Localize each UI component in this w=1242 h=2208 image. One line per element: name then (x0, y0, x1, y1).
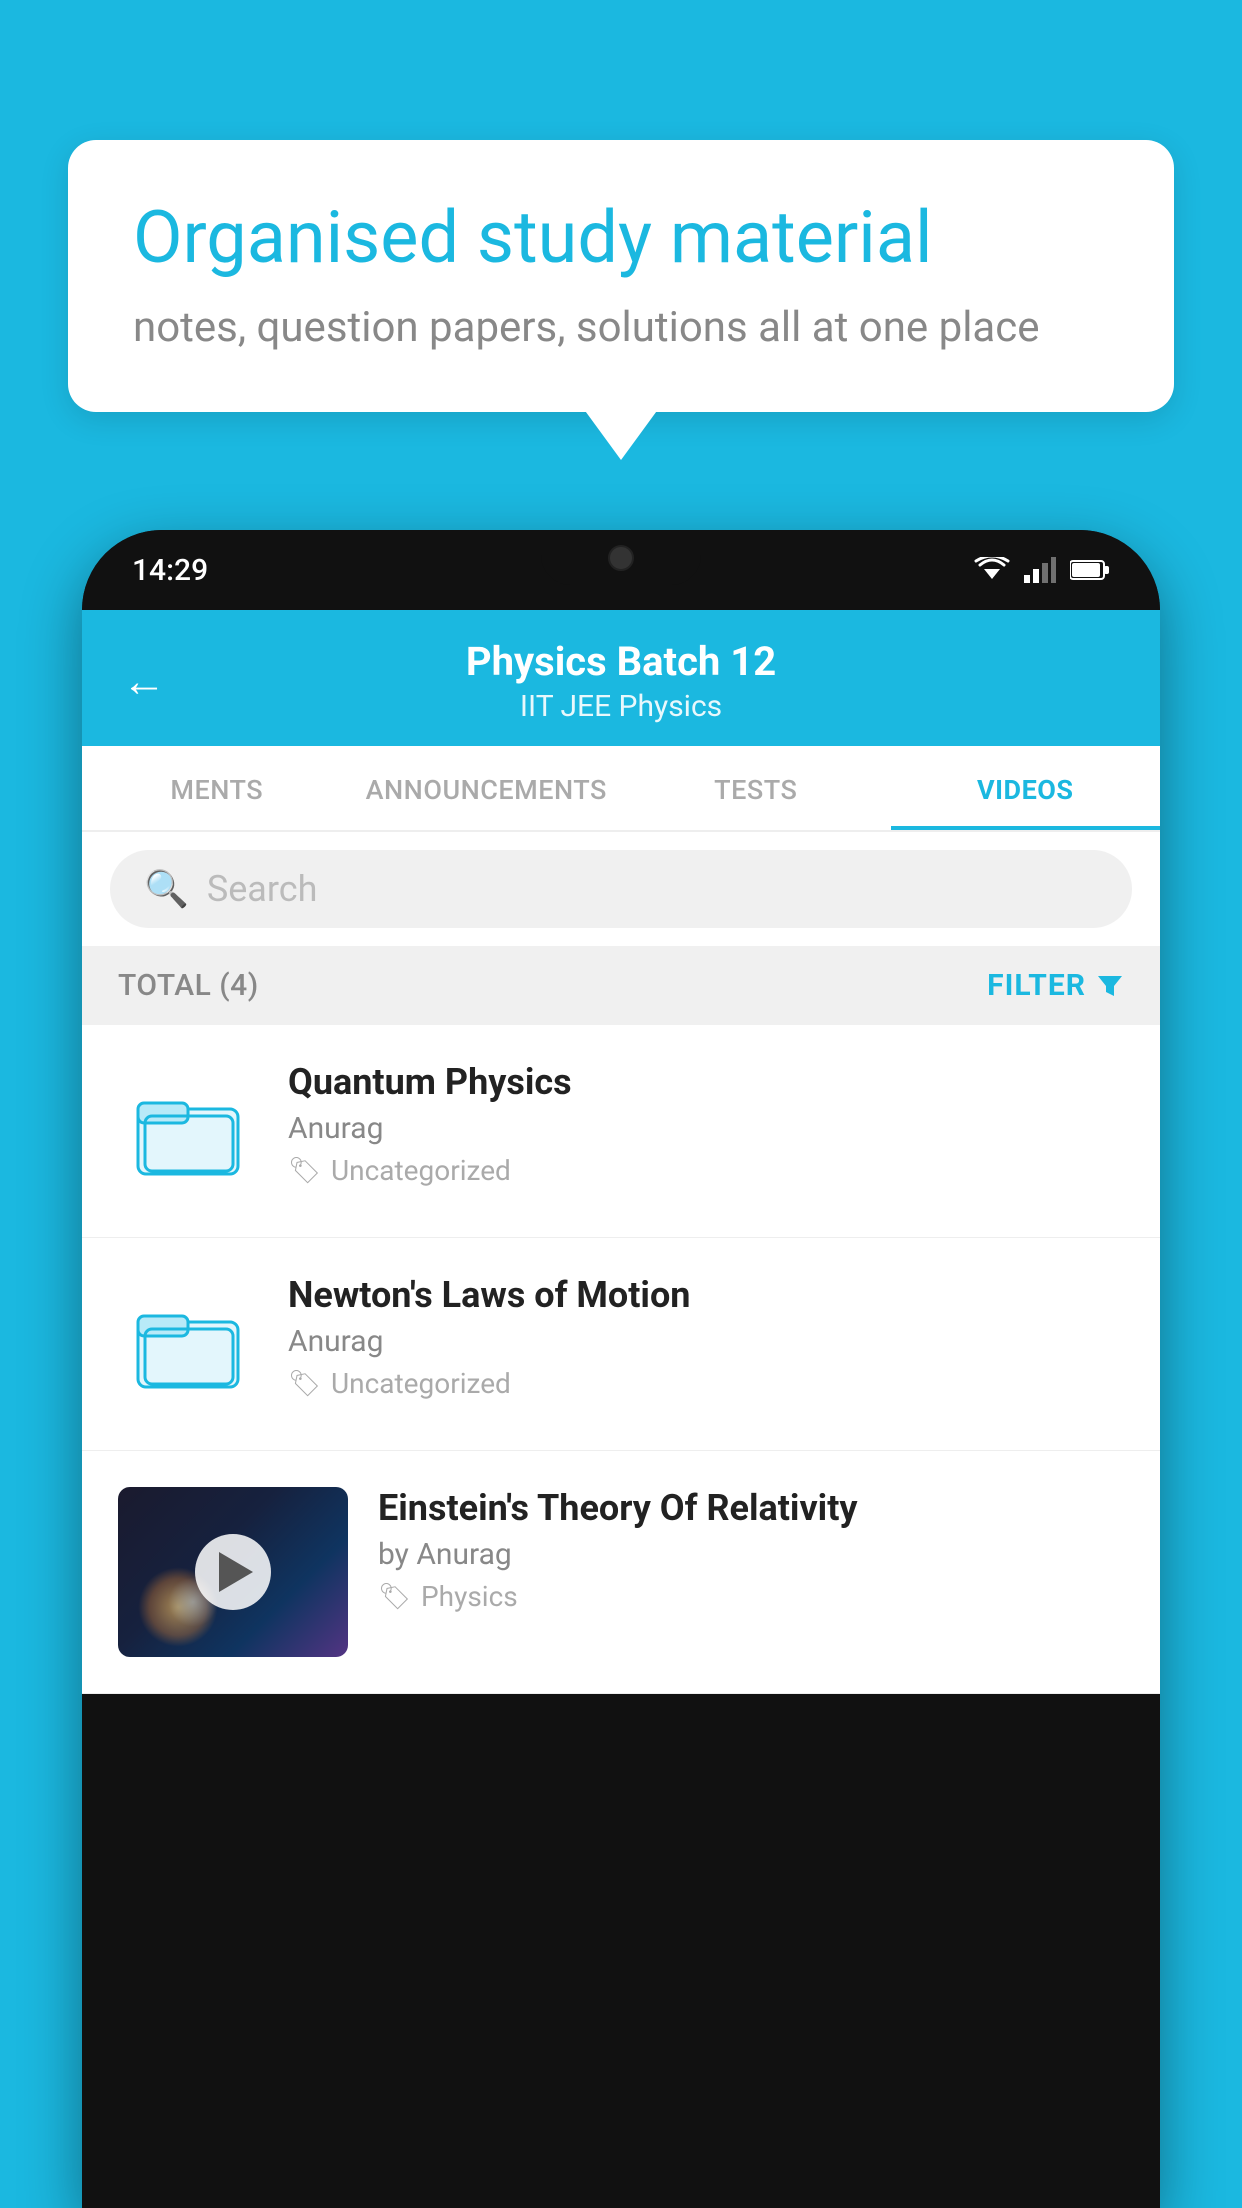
filter-bar: TOTAL (4) FILTER (82, 946, 1160, 1025)
status-time: 14:29 (132, 553, 208, 588)
video-author: Anurag (288, 1111, 1124, 1146)
search-placeholder: Search (207, 868, 318, 910)
play-triangle-icon (219, 1552, 253, 1592)
wifi-icon (974, 557, 1010, 583)
list-item[interactable]: Newton's Laws of Motion Anurag 🏷 Uncateg… (82, 1238, 1160, 1451)
video-list: Quantum Physics Anurag 🏷 Uncategorized (82, 1025, 1160, 1694)
signal-icon (1024, 557, 1056, 583)
tab-tests[interactable]: TESTS (621, 746, 891, 830)
phone-screen: ← Physics Batch 12 IIT JEE Physics MENTS… (82, 610, 1160, 1694)
tag-label-2: Uncategorized (331, 1367, 511, 1400)
video-author-2: Anurag (288, 1324, 1124, 1359)
list-item[interactable]: Quantum Physics Anurag 🏷 Uncategorized (82, 1025, 1160, 1238)
phone-notch (541, 530, 701, 585)
video-author-3: by Anurag (378, 1537, 1124, 1572)
status-icons (974, 557, 1110, 583)
search-bar[interactable]: 🔍 Search (110, 850, 1132, 928)
tag-icon-2: 🏷 (288, 1369, 321, 1399)
status-bar: 14:29 (82, 530, 1160, 610)
list-item-thumb[interactable]: Einstein's Theory Of Relativity by Anura… (82, 1451, 1160, 1694)
back-button[interactable]: ← (122, 655, 166, 707)
tabs-bar: MENTS ANNOUNCEMENTS TESTS VIDEOS (82, 746, 1160, 832)
search-icon: 🔍 (144, 868, 189, 910)
video-thumbnail (118, 1487, 348, 1657)
tag-label-3: Physics (421, 1580, 518, 1613)
tab-announcements[interactable]: ANNOUNCEMENTS (352, 746, 622, 830)
speech-bubble: Organised study material notes, question… (68, 140, 1174, 412)
play-button[interactable] (195, 1534, 271, 1610)
phone-mockup: 14:29 (82, 530, 1160, 2208)
total-count: TOTAL (4) (118, 968, 259, 1003)
filter-label: FILTER (987, 968, 1086, 1003)
bubble-subtitle: notes, question papers, solutions all at… (133, 303, 1109, 352)
tag-icon-3: 🏷 (378, 1582, 411, 1612)
video-tag-3: 🏷 Physics (378, 1580, 1124, 1613)
header-title: Physics Batch 12 (196, 638, 1046, 685)
app-header: ← Physics Batch 12 IIT JEE Physics (82, 610, 1160, 746)
video-tag: 🏷 Uncategorized (288, 1154, 1124, 1187)
tab-videos[interactable]: VIDEOS (891, 746, 1161, 830)
search-bar-container: 🔍 Search (82, 832, 1160, 946)
folder-icon-2 (133, 1294, 243, 1394)
tag-icon: 🏷 (288, 1156, 321, 1186)
video-info-2: Newton's Laws of Motion Anurag 🏷 Uncateg… (288, 1274, 1124, 1400)
tag-label: Uncategorized (331, 1154, 511, 1187)
bubble-title: Organised study material (133, 195, 1109, 281)
video-title-2: Newton's Laws of Motion (288, 1274, 1124, 1316)
filter-funnel-icon (1096, 972, 1124, 1000)
battery-icon (1070, 559, 1110, 581)
video-info: Quantum Physics Anurag 🏷 Uncategorized (288, 1061, 1124, 1187)
video-title: Quantum Physics (288, 1061, 1124, 1103)
speech-bubble-card: Organised study material notes, question… (68, 140, 1174, 412)
folder-icon-wrap (118, 1061, 258, 1201)
video-title-3: Einstein's Theory Of Relativity (378, 1487, 1124, 1529)
folder-icon (133, 1081, 243, 1181)
filter-button[interactable]: FILTER (987, 968, 1124, 1003)
folder-icon-wrap-2 (118, 1274, 258, 1414)
video-tag-2: 🏷 Uncategorized (288, 1367, 1124, 1400)
video-info-3: Einstein's Theory Of Relativity by Anura… (378, 1487, 1124, 1613)
tab-ments[interactable]: MENTS (82, 746, 352, 830)
header-subtitle: IIT JEE Physics (196, 689, 1046, 724)
phone-camera (608, 545, 634, 571)
header-title-group: Physics Batch 12 IIT JEE Physics (196, 638, 1046, 724)
